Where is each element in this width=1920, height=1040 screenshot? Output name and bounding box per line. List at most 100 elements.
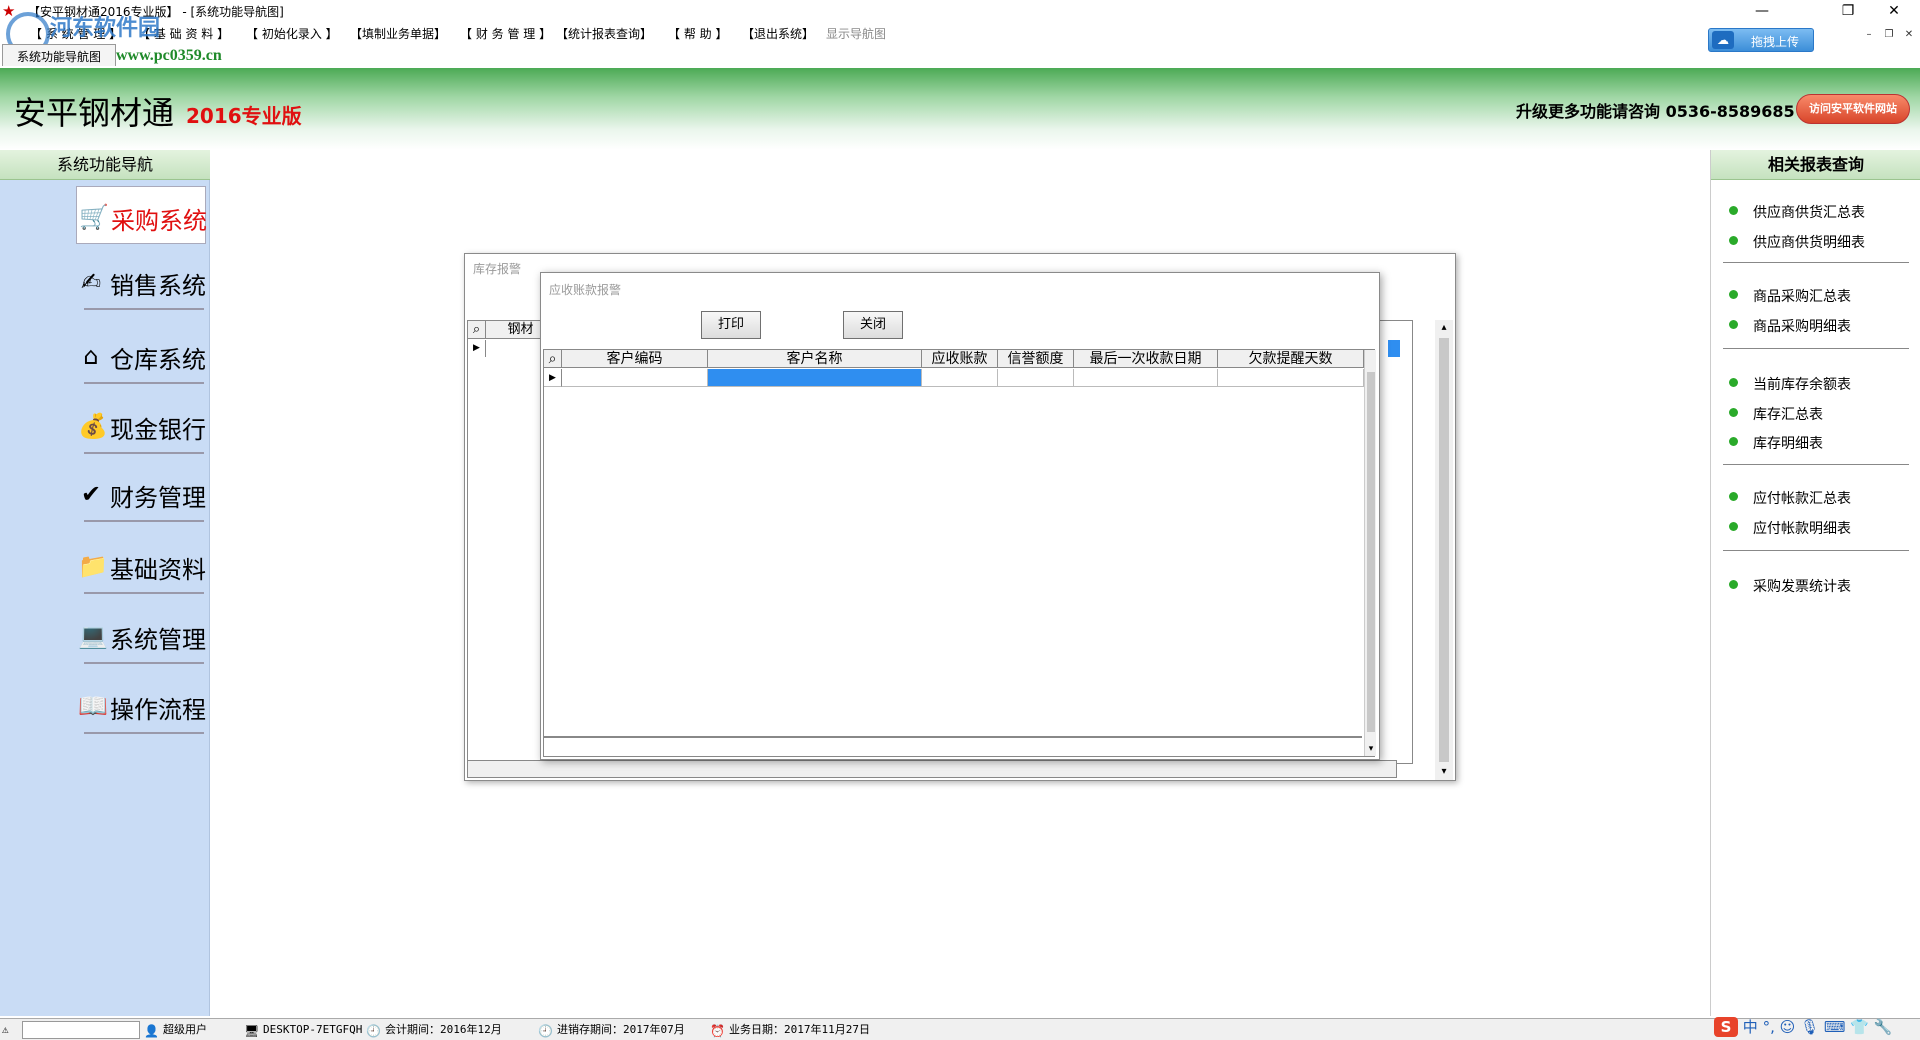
nav-item-cash-bank[interactable]: 💰 现金银行 xyxy=(76,396,206,454)
vertical-scrollbar[interactable]: ▾ xyxy=(1364,350,1376,756)
ime-toolbar[interactable]: S 中 °, ☺ 🎙 ⌨ 👕 🔧 xyxy=(1714,1016,1892,1038)
report-link-label: 应付帐款明细表 xyxy=(1753,521,1851,537)
status-business-date-label: 业务日期：2017年11月27日 xyxy=(729,1023,870,1036)
visit-website-button[interactable]: 访问安平软件网站 xyxy=(1796,94,1910,124)
menu-finance[interactable]: 【 财 务 管 理 】 xyxy=(460,25,551,42)
tools-icon[interactable]: 🔧 xyxy=(1874,1018,1893,1036)
table-cell[interactable] xyxy=(922,369,998,387)
nav-item-warehouse[interactable]: ⌂ 仓库系统 xyxy=(76,326,206,384)
divider xyxy=(1723,348,1909,349)
divider xyxy=(84,732,204,734)
maximize-button[interactable]: ❐ xyxy=(1826,0,1870,22)
ime-logo-icon[interactable]: S xyxy=(1714,1017,1738,1037)
report-link-label: 供应商供货明细表 xyxy=(1753,235,1865,251)
ime-mode[interactable]: 中 xyxy=(1743,1018,1758,1036)
bullet-icon xyxy=(1729,236,1738,245)
menu-reports[interactable]: 【统计报表查询】 xyxy=(556,25,652,42)
emoji-icon[interactable]: ☺ xyxy=(1780,1018,1796,1036)
nav-item-label: 销售系统 xyxy=(110,272,206,300)
status-accounting-period-label: 会计期间：2016年12月 xyxy=(385,1023,502,1036)
mdi-minimize-button[interactable]: – xyxy=(1860,28,1878,42)
search-icon[interactable]: ⌕ xyxy=(544,350,562,368)
tab-navigation[interactable]: 系统功能导航图 xyxy=(2,44,117,66)
column-header[interactable]: 应收账款 xyxy=(922,350,998,368)
divider xyxy=(1723,464,1909,465)
table-cell[interactable] xyxy=(1218,369,1364,387)
print-button[interactable]: 打印 xyxy=(701,311,761,339)
status-business-date: ⏰ 业务日期：2017年11月27日 xyxy=(710,1021,870,1039)
table-cell[interactable] xyxy=(562,369,708,387)
warehouse-icon: ⌂ xyxy=(83,342,99,370)
mdi-close-button[interactable]: ✕ xyxy=(1900,28,1918,42)
drag-upload-label: 拖拽上传 xyxy=(1751,35,1800,49)
selected-cell[interactable] xyxy=(1388,340,1400,357)
bullet-icon xyxy=(1729,206,1738,215)
scroll-down-icon[interactable]: ▾ xyxy=(1365,742,1377,756)
user-icon: 👤 xyxy=(144,1024,159,1038)
related-reports-title: 相关报表查询 xyxy=(1711,150,1920,180)
report-link-label: 供应商供货汇总表 xyxy=(1753,205,1865,221)
watermark-site-name: 河东软件园 xyxy=(50,15,161,40)
bullet-icon xyxy=(1729,580,1738,589)
microphone-icon[interactable]: 🎙 xyxy=(1800,1018,1819,1036)
row-indicator-icon: ▶ xyxy=(544,369,562,387)
close-button[interactable]: ✕ xyxy=(1872,0,1916,22)
divider xyxy=(1723,262,1909,263)
column-header[interactable]: 信誉额度 xyxy=(998,350,1074,368)
cloud-icon: ☁ xyxy=(1712,31,1734,49)
vertical-scrollbar[interactable]: ▴ ▾ xyxy=(1435,320,1453,780)
finance-icon: ✔ xyxy=(80,480,102,508)
edition-label: 2016专业版 xyxy=(186,104,302,128)
drag-upload-button[interactable]: ☁ 拖拽上传 xyxy=(1708,28,1814,52)
bullet-icon xyxy=(1729,437,1738,446)
menu-initial-entry[interactable]: 【 初始化录入 】 xyxy=(246,25,338,42)
nav-item-system-admin[interactable]: 💻 系统管理 xyxy=(76,606,206,664)
nav-item-purchase[interactable]: 🛒 采购系统 xyxy=(76,186,207,244)
scroll-thumb[interactable] xyxy=(1367,372,1375,732)
minimize-button[interactable]: — xyxy=(1740,0,1784,22)
sales-icon: ✍ xyxy=(80,268,102,296)
column-header[interactable]: 最后一次收款日期 xyxy=(1074,350,1218,368)
column-header[interactable]: 客户名称 xyxy=(708,350,922,368)
divider xyxy=(84,308,204,310)
scroll-down-icon[interactable]: ▾ xyxy=(1435,764,1453,780)
menu-show-navigation[interactable]: 显示导航图 xyxy=(826,25,886,42)
search-icon[interactable]: ⌕ xyxy=(468,321,486,339)
divider xyxy=(84,382,204,384)
report-link-label: 商品采购明细表 xyxy=(1753,319,1851,335)
nav-item-finance[interactable]: ✔ 财务管理 xyxy=(76,464,206,522)
scroll-thumb[interactable] xyxy=(1439,338,1449,762)
menu-business-documents[interactable]: 【填制业务单据】 xyxy=(350,25,446,42)
keyboard-icon[interactable]: ⌨ xyxy=(1824,1018,1846,1036)
nav-item-basic-data[interactable]: 📁 基础资料 xyxy=(76,536,206,594)
table-cell[interactable] xyxy=(1074,369,1218,387)
column-header[interactable]: 客户编码 xyxy=(562,350,708,368)
table-cell[interactable] xyxy=(708,369,922,387)
title-bar: ★ 【安平钢材通2016专业版】 - [系统功能导航图] — ❐ ✕ xyxy=(0,0,1920,22)
nav-item-workflow[interactable]: 📖 操作流程 xyxy=(76,676,206,734)
nav-item-sales[interactable]: ✍ 销售系统 xyxy=(76,252,206,310)
calendar-icon: 🕘 xyxy=(366,1024,381,1038)
menu-exit[interactable]: 【退出系统】 xyxy=(742,25,814,42)
skin-icon[interactable]: 👕 xyxy=(1850,1018,1869,1036)
ime-punct[interactable]: °, xyxy=(1763,1018,1775,1036)
horizontal-scrollbar[interactable] xyxy=(467,760,1397,778)
table-cell[interactable] xyxy=(998,369,1074,387)
nav-item-label: 操作流程 xyxy=(110,696,206,724)
app-name: 安平钢材通 xyxy=(14,94,175,132)
receivables-alarm-title: 应收账款报警 xyxy=(549,283,622,297)
close-dialog-button[interactable]: 关闭 xyxy=(843,311,903,339)
menu-help[interactable]: 【 帮 助 】 xyxy=(668,25,727,42)
mdi-restore-button[interactable]: ❐ xyxy=(1880,28,1898,42)
report-link-label: 应付帐款汇总表 xyxy=(1753,491,1851,507)
workflow-icon: 📖 xyxy=(78,692,108,720)
divider xyxy=(84,520,204,522)
column-header[interactable]: 欠款提醒天数 xyxy=(1218,350,1364,368)
report-link-label: 当前库存余额表 xyxy=(1753,377,1851,393)
clock-icon: ⏰ xyxy=(710,1024,725,1038)
scroll-up-icon[interactable]: ▴ xyxy=(1435,320,1453,336)
status-bar: ⚠ 👤 超级用户 🖥 DESKTOP-7ETGFQH 🕘 会计期间：2016年12月 … xyxy=(0,1018,1920,1040)
report-link-label: 采购发票统计表 xyxy=(1753,579,1851,595)
related-reports-panel: 相关报表查询 供应商供货汇总表 供应商供货明细表 商品采购汇总表 商品采购明细表… xyxy=(1710,150,1920,1016)
divider xyxy=(544,736,1362,738)
